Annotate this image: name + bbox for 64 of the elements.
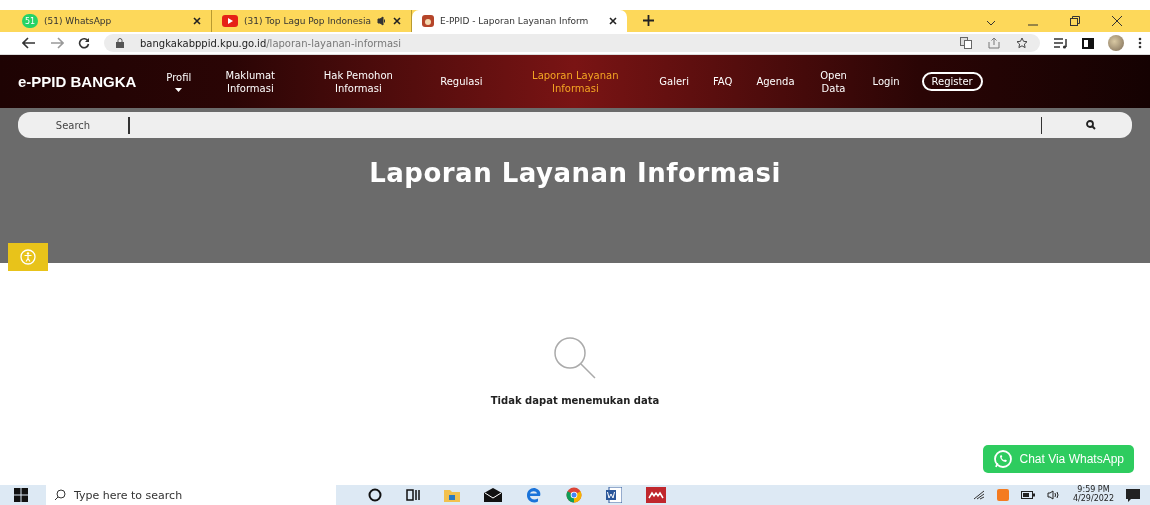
empty-message: Tidak dapat menemukan data <box>490 395 660 406</box>
close-icon[interactable] <box>193 17 201 25</box>
tab-title: E-PPID - Laporan Layanan Inform <box>440 16 590 26</box>
nav-link[interactable]: Galeri <box>647 75 701 88</box>
whatsapp-icon <box>993 449 1014 469</box>
close-icon[interactable] <box>1112 16 1122 26</box>
nav-link[interactable]: Laporan Layanan Informasi <box>513 68 638 95</box>
battery-icon[interactable] <box>1020 491 1035 499</box>
chevron-icon[interactable] <box>986 20 996 26</box>
volume-icon[interactable] <box>1046 490 1061 500</box>
search-icon <box>54 489 66 501</box>
word-icon[interactable] <box>606 487 622 503</box>
nav-link[interactable]: Login <box>860 75 912 88</box>
reload-icon[interactable] <box>78 37 90 49</box>
address-bar[interactable]: bangkakabppid.kpu.go.id/laporan-layanan-informasi <box>104 34 1040 52</box>
new-tab-icon[interactable] <box>643 15 654 26</box>
translate-icon[interactable] <box>960 37 972 49</box>
url-text: bangkakabppid.kpu.go.id/laporan-layanan-informasi <box>140 37 402 49</box>
close-icon[interactable] <box>393 17 401 25</box>
tab-title: (31) Top Lagu Pop Indonesia <box>244 16 371 26</box>
taskbar-search-field[interactable]: Type here to search <box>46 485 336 505</box>
task-view-icon[interactable] <box>406 488 420 502</box>
more-icon[interactable] <box>1138 37 1142 49</box>
clock-time[interactable]: 9:59 PM <box>1077 486 1110 495</box>
site-logo[interactable]: e-PPID BANGKA <box>18 73 137 90</box>
nav-link[interactable]: Hak Pemohon Informasi <box>311 68 406 95</box>
mail-icon[interactable] <box>484 488 502 502</box>
playlist-icon[interactable] <box>1054 37 1068 49</box>
nav-link[interactable]: Regulasi <box>419 75 504 88</box>
windows-icon[interactable] <box>14 488 28 502</box>
search-field[interactable]: Search <box>18 112 1132 138</box>
restore-icon[interactable] <box>1070 16 1080 26</box>
nav-link[interactable]: Open Data <box>806 68 861 95</box>
share-icon[interactable] <box>988 37 1000 49</box>
network-icon[interactable] <box>972 490 985 500</box>
star-icon[interactable] <box>1016 37 1028 49</box>
close-icon[interactable] <box>609 17 617 25</box>
profile-avatar[interactable] <box>1108 35 1124 51</box>
sidebar-icon[interactable] <box>1082 37 1094 49</box>
tab-title: (51) WhatsApp <box>44 16 113 26</box>
nav-link[interactable]: FAQ <box>701 75 745 88</box>
chat-badge: 51 <box>22 14 38 28</box>
nav-link[interactable]: Maklumat Informasi <box>203 68 298 95</box>
app-icon[interactable] <box>646 487 666 503</box>
chrome-icon[interactable] <box>566 487 582 503</box>
notification-icon[interactable] <box>1126 488 1140 502</box>
site-icon <box>422 15 434 27</box>
accessibility-icon <box>20 249 36 265</box>
nav-link[interactable]: Profil <box>154 71 204 92</box>
search-icon[interactable] <box>1086 120 1096 130</box>
folder-icon[interactable] <box>444 488 460 502</box>
page-title: Laporan Layanan Informasi <box>369 158 781 188</box>
browser-e-icon[interactable] <box>526 487 542 503</box>
clock-date[interactable]: 4/29/2022 <box>1072 495 1114 504</box>
play-icon <box>222 15 238 27</box>
browser-tab[interactable]: E-PPID - Laporan Layanan Inform <box>412 10 627 32</box>
lock-icon <box>116 38 124 48</box>
nav-link[interactable]: Agenda <box>744 75 807 88</box>
search-label: Search <box>54 119 92 131</box>
back-icon[interactable] <box>22 37 36 49</box>
speaker-icon[interactable] <box>377 16 387 26</box>
cortana-icon[interactable] <box>368 488 382 502</box>
register-button[interactable]: Register <box>921 72 983 91</box>
forward-icon[interactable] <box>50 37 64 49</box>
